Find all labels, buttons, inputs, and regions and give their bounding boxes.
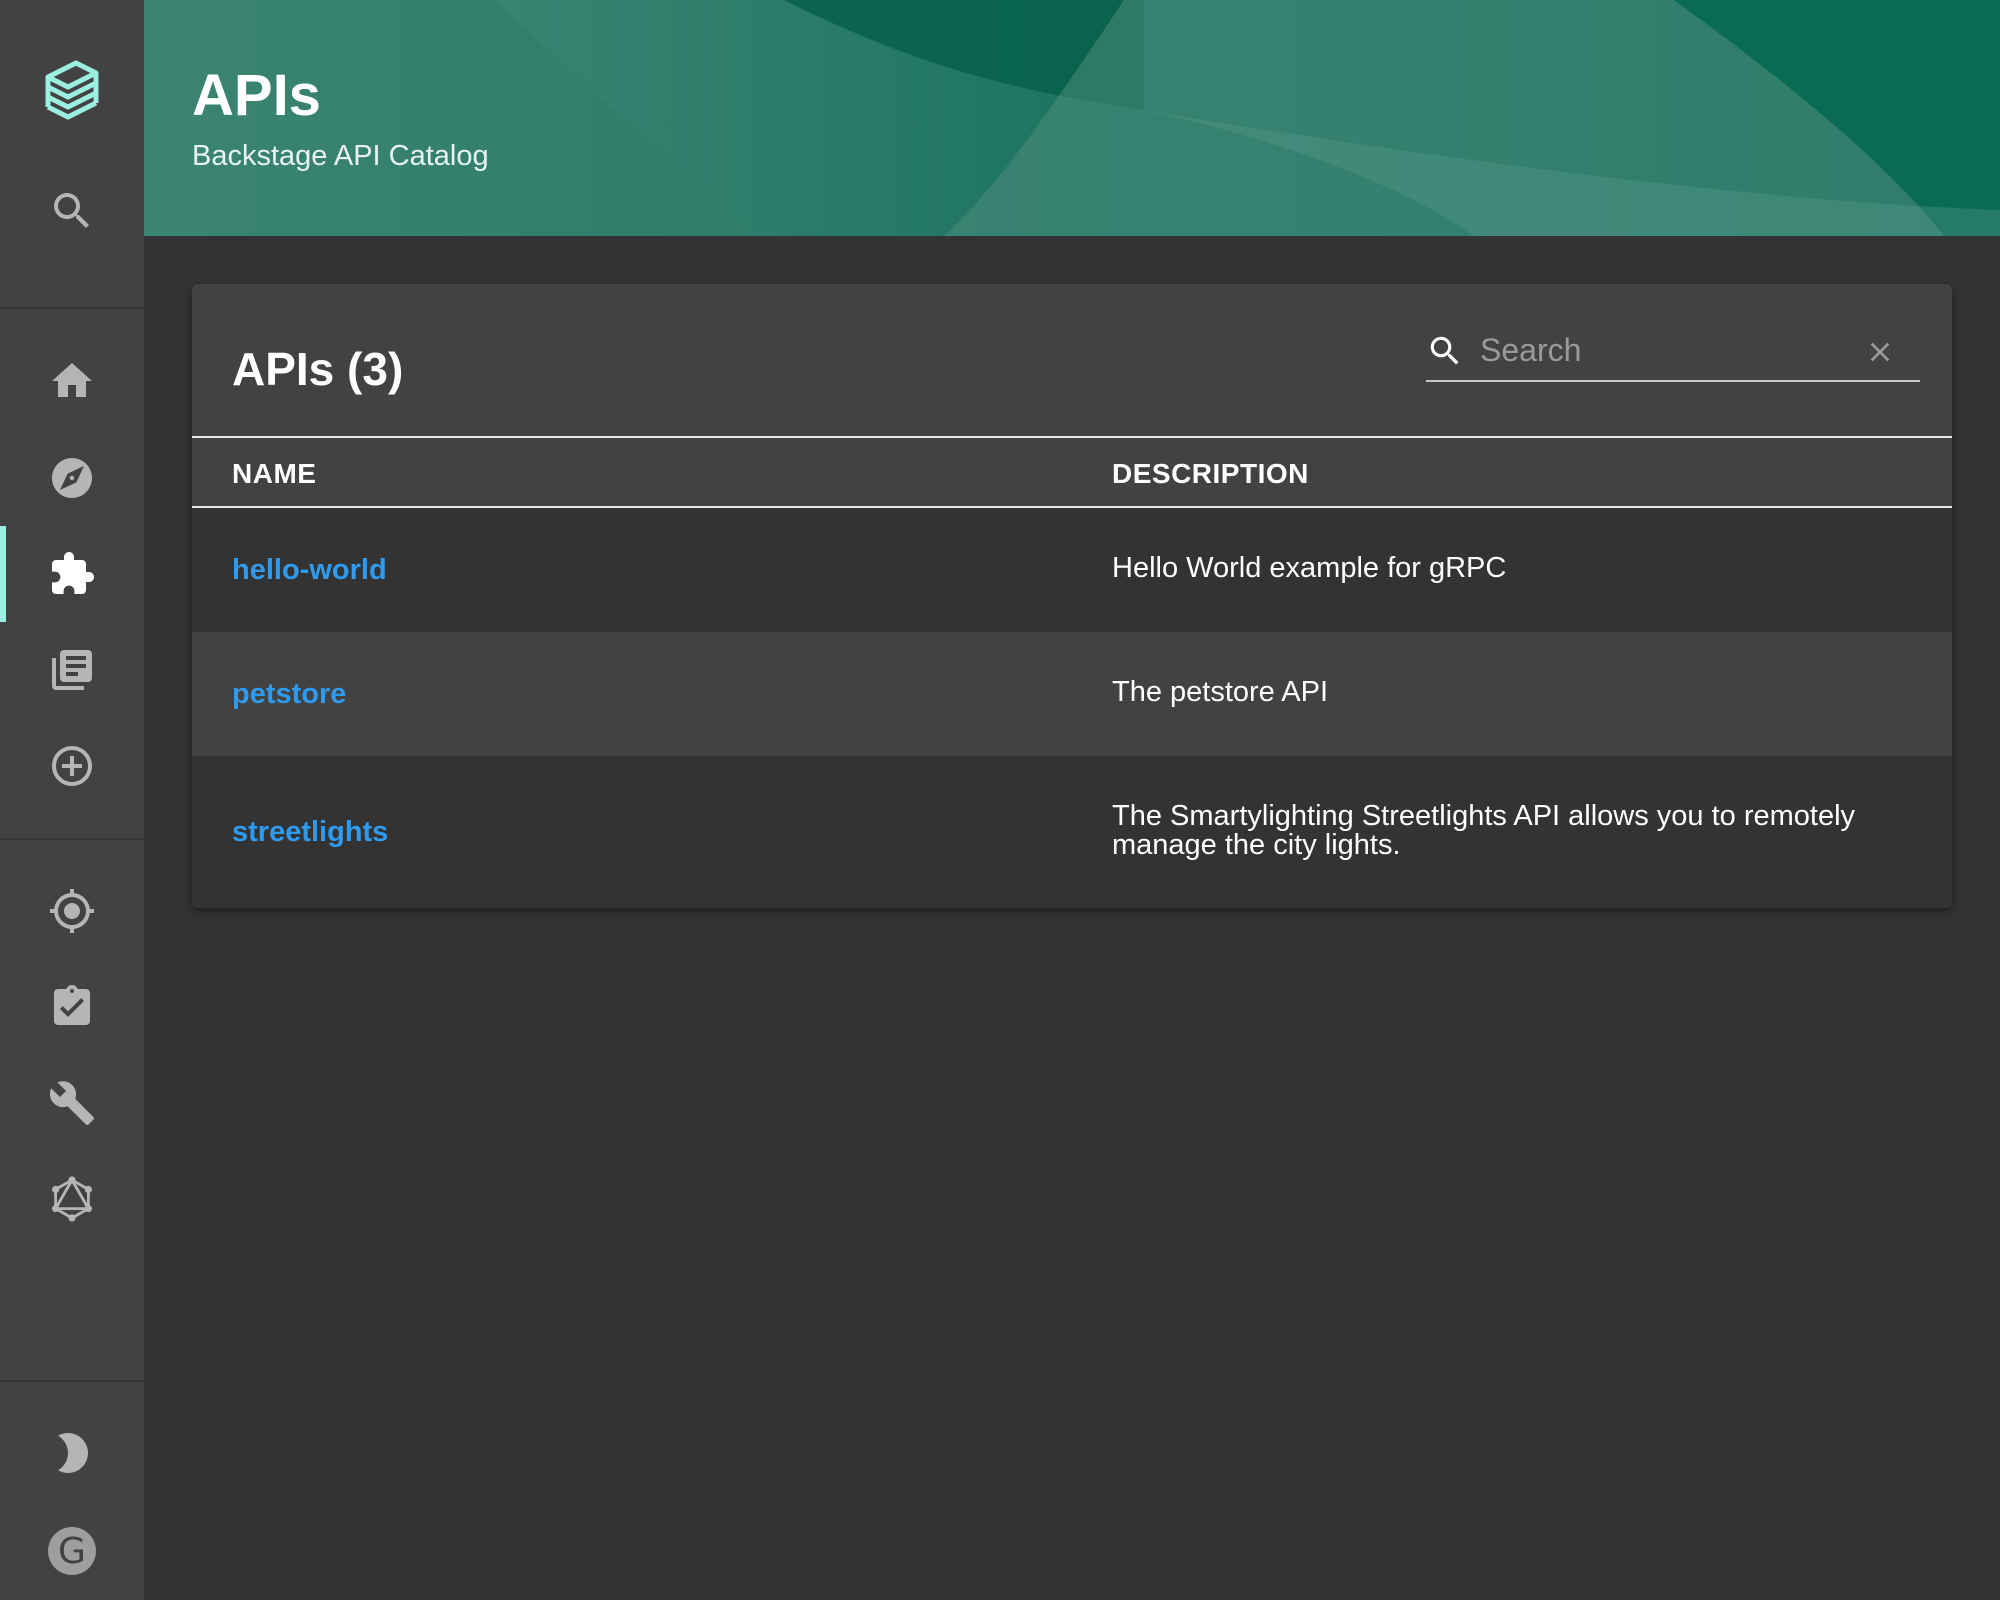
table-row: hello-world Hello World example for gRPC [192,508,1952,632]
page-title: APIs [192,63,321,128]
header-wave-background [144,0,2000,236]
puzzle-icon [52,552,94,594]
search-input[interactable] [1480,328,1860,372]
api-description: Hello World example for gRPC [1112,552,1507,584]
moon-icon [58,1433,88,1473]
add-circle-icon [52,746,92,786]
column-header-description[interactable]: DESCRIPTION [1112,458,1309,490]
backstage-logo[interactable] [0,42,144,138]
api-name-link[interactable]: petstore [232,678,346,711]
sidebar-item-home[interactable] [0,333,144,429]
sidebar-divider [0,307,144,309]
api-table-card: APIs (3) NAME DESCRIPTION hello-world He… [192,284,1952,908]
sidebar-item-lighthouse[interactable] [0,959,144,1055]
sidebar-item-tools[interactable] [0,1055,144,1151]
table-row: petstore The petstore API [192,632,1952,756]
sidebar-item-graphiql[interactable] [0,1151,144,1247]
wrench-icon [49,1081,94,1125]
close-icon [1870,342,1890,362]
page-subtitle: Backstage API Catalog [192,140,489,172]
api-name-link[interactable]: streetlights [232,816,388,849]
sidebar-divider [0,838,144,840]
compass-icon [52,458,92,498]
graphql-icon [52,1176,92,1222]
logo-icon [45,60,99,120]
avatar: G [48,1527,96,1575]
table-search [1426,322,1920,382]
sidebar-item-apis[interactable] [0,526,144,622]
sidebar-divider [0,1380,144,1382]
docs-icon [52,650,92,690]
search-icon [1430,336,1459,365]
page-header: APIs Backstage API Catalog [144,0,2000,236]
user-settings-button[interactable]: G [0,1503,144,1599]
clear-search-button[interactable] [1864,336,1896,368]
api-description: The Smartylighting Streetlights API allo… [1112,800,1856,861]
search-icon [54,193,89,228]
sidebar: G [0,0,144,1600]
theme-toggle-button[interactable] [0,1405,144,1501]
home-icon [52,363,92,397]
table-title: APIs (3) [232,343,404,395]
sidebar-item-explore[interactable] [0,430,144,526]
api-name-link[interactable]: hello-world [232,554,387,587]
sidebar-search-button[interactable] [0,163,144,259]
sidebar-item-create[interactable] [0,718,144,814]
sidebar-item-docs[interactable] [0,622,144,718]
target-icon [50,889,94,933]
sidebar-item-tech-radar[interactable] [0,863,144,959]
column-header-name[interactable]: NAME [232,458,316,490]
clipboard-check-icon [54,985,90,1025]
table-header: NAME DESCRIPTION [192,436,1952,508]
api-description: The petstore API [1112,676,1329,708]
table-row: streetlights The Smartylighting Streetli… [192,756,1952,908]
